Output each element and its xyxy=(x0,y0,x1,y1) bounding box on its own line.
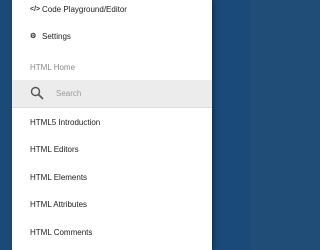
backdrop-right[interactable] xyxy=(212,0,250,250)
navigation-drawer: </> Code Playground/Editor ⚙ Settings HTML… xyxy=(12,0,212,250)
menu-item-html-comments[interactable]: HTML Comments xyxy=(12,227,212,238)
menu-item-html-editors[interactable]: HTML Editors xyxy=(12,144,212,155)
section-label-html-home: HTML Home xyxy=(30,63,76,72)
drawer-item-label: Settings xyxy=(42,32,71,41)
backdrop-left xyxy=(0,0,12,250)
drawer-item-label: Code Playground/Editor xyxy=(42,5,127,14)
menu-item-html-elements[interactable]: HTML Elements xyxy=(12,172,212,183)
search-input[interactable] xyxy=(56,88,196,99)
search-icon[interactable] xyxy=(30,86,44,100)
code-brackets-icon: </> xyxy=(30,6,41,13)
drawer-item-settings[interactable]: ⚙ Settings xyxy=(12,31,212,42)
menu-item-html-attributes[interactable]: HTML Attributes xyxy=(12,199,212,210)
menu-item-html5-introduction[interactable]: HTML5 Introduction xyxy=(12,117,212,128)
drawer-item-code-playground[interactable]: </> Code Playground/Editor xyxy=(12,4,212,15)
search-bar[interactable] xyxy=(12,80,212,108)
gear-icon: ⚙ xyxy=(30,33,37,40)
